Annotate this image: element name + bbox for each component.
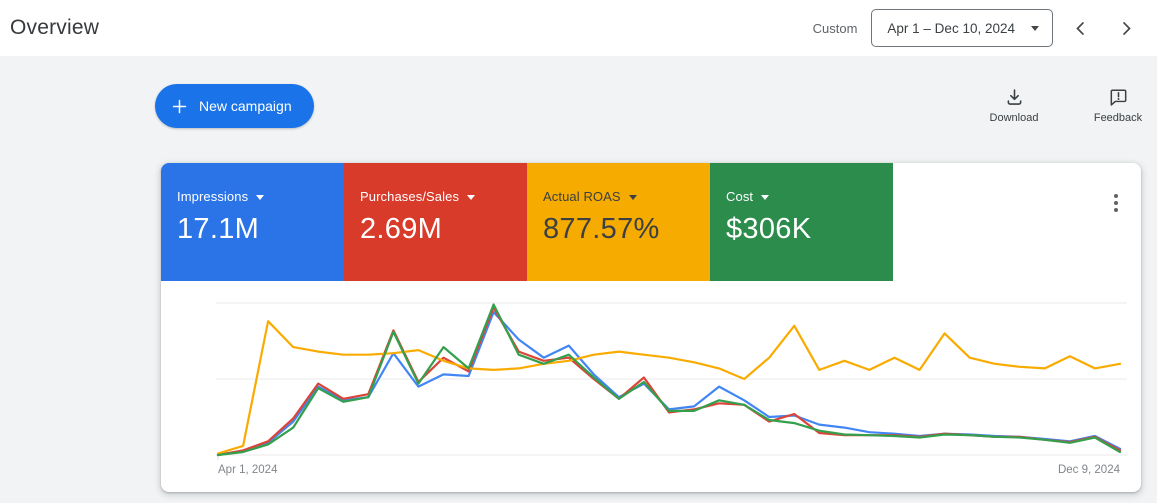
download-label: Download	[989, 112, 1039, 124]
performance-chart[interactable]: Apr 1, 2024 Dec 9, 2024	[161, 281, 1141, 492]
dropdown-caret-icon	[628, 195, 637, 200]
chevron-left-icon	[1075, 21, 1084, 35]
metric-value: 17.1M	[177, 213, 260, 245]
new-campaign-button[interactable]: New campaign	[155, 84, 314, 128]
feedback-label: Feedback	[1093, 112, 1143, 124]
feedback-button[interactable]: Feedback	[1088, 87, 1148, 124]
chart-line-actual-roas	[216, 320, 1122, 455]
card-menu-button[interactable]	[1103, 188, 1129, 218]
dropdown-caret-icon	[467, 195, 476, 200]
date-range-area: Custom Apr 1 – Dec 10, 2024	[813, 9, 1145, 47]
feedback-icon	[1110, 89, 1126, 106]
download-icon	[1007, 89, 1021, 105]
metric-tile-cost[interactable]: Cost $306K	[710, 163, 893, 281]
download-button[interactable]: Download	[984, 87, 1044, 124]
page-header: Overview Custom Apr 1 – Dec 10, 2024	[0, 0, 1157, 56]
dropdown-caret-icon	[256, 195, 265, 200]
date-range-selector[interactable]: Apr 1 – Dec 10, 2024	[871, 9, 1053, 47]
scorecard-strip: Impressions 17.1M Purchases/Sales 2.69M …	[161, 163, 1141, 281]
metric-selector[interactable]: Purchases/Sales	[360, 189, 511, 204]
metric-selector[interactable]: Impressions	[177, 189, 328, 204]
metric-label: Actual ROAS	[543, 189, 621, 204]
page-title: Overview	[10, 16, 100, 39]
date-range-mode-label: Custom	[812, 20, 858, 36]
chart-line-cost	[216, 303, 1122, 457]
dropdown-caret-icon	[761, 195, 770, 200]
metric-value: 877.57%	[543, 213, 660, 245]
x-axis-label-start: Apr 1, 2024	[218, 464, 278, 476]
metric-label: Impressions	[177, 189, 249, 204]
metric-label: Purchases/Sales	[360, 189, 460, 204]
x-axis-label-end: Dec 9, 2024	[1058, 464, 1121, 476]
metric-label: Cost	[726, 189, 754, 204]
metric-tile-actual-roas[interactable]: Actual ROAS 877.57%	[527, 163, 710, 281]
previous-period-button[interactable]	[1061, 9, 1099, 47]
metric-tile-impressions[interactable]: Impressions 17.1M	[161, 163, 344, 281]
metric-value: $306K	[726, 213, 812, 245]
metric-value: 2.69M	[360, 213, 443, 245]
ads-overview-page: Overview Custom Apr 1 – Dec 10, 2024 New…	[0, 0, 1157, 503]
chevron-right-icon	[1122, 21, 1131, 35]
chart-line-impressions	[216, 311, 1122, 457]
new-campaign-label: New campaign	[199, 98, 292, 114]
card-actions: Download Feedback	[984, 87, 1148, 124]
metric-selector[interactable]: Cost	[726, 189, 877, 204]
next-period-button[interactable]	[1107, 9, 1145, 47]
metric-selector[interactable]: Actual ROAS	[543, 189, 694, 204]
kebab-icon	[1114, 194, 1118, 198]
chart-line-purchases-sales	[216, 306, 1122, 457]
date-range-value: Apr 1 – Dec 10, 2024	[887, 20, 1015, 36]
metric-tile-purchases-sales[interactable]: Purchases/Sales 2.69M	[344, 163, 527, 281]
plus-icon	[172, 99, 187, 113]
dropdown-caret-icon	[1031, 25, 1039, 31]
overview-summary-card: Impressions 17.1M Purchases/Sales 2.69M …	[161, 163, 1141, 492]
